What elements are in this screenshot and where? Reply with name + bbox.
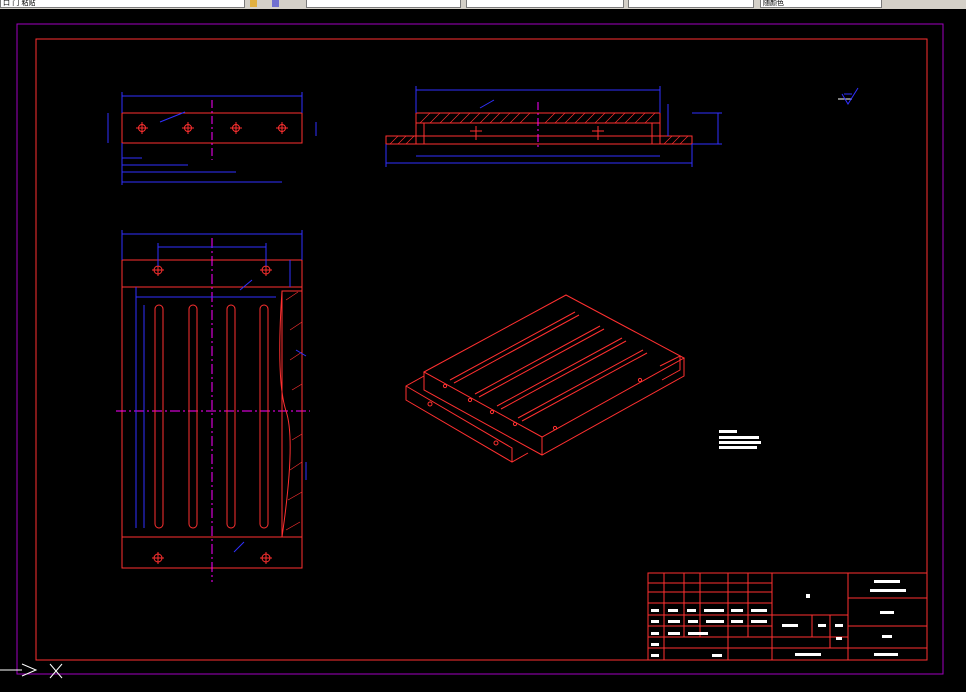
plan-view-dims [121,230,307,553]
title-block [647,572,928,661]
ucs-cursor-icon [0,663,63,679]
technical-notes [719,430,761,449]
front-view-dims [385,86,722,167]
drawing-canvas[interactable] [0,9,966,692]
front-view-hatching [389,112,689,145]
layer-properties-icon[interactable] [272,0,279,7]
cad-toolbar: 口 门 粘贴 随颜色 [0,0,966,9]
front-view [385,102,693,150]
drawing-svg[interactable] [0,9,966,692]
color-combo[interactable] [306,0,461,8]
plan-view [116,238,310,582]
layer-state-icon[interactable] [250,0,257,7]
plotstyle-combo[interactable]: 随颜色 [760,0,882,8]
surface-roughness-symbol [838,87,859,105]
side-view [121,100,303,160]
drawing-frame [35,38,928,661]
lineweight-combo[interactable] [628,0,754,8]
isometric-view [405,294,686,463]
layer-combo[interactable]: 口 门 粘贴 [0,0,245,8]
sheet-border [16,23,944,675]
linetype-combo[interactable] [466,0,624,8]
